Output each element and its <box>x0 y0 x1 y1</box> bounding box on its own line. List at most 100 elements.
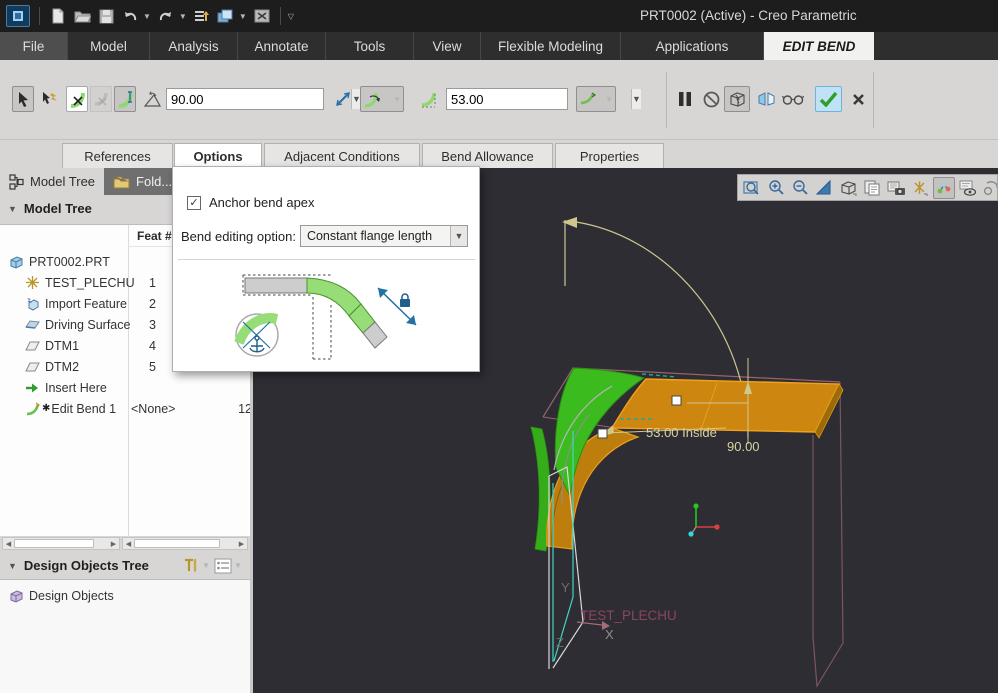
tree-row-edit-bend[interactable]: ✱ Edit Bend 1 <None> 12 <box>0 398 250 419</box>
annotation-display-icon[interactable] <box>957 177 979 199</box>
design-tools-icon[interactable] <box>182 557 200 574</box>
tab-annotate[interactable]: Annotate <box>238 32 326 60</box>
named-views-icon[interactable] <box>837 177 859 199</box>
no-preview-button[interactable] <box>700 86 722 112</box>
bend-angle-combobox[interactable]: ▼ <box>166 88 324 110</box>
tab-analysis[interactable]: Analysis <box>150 32 238 60</box>
redo-caret[interactable]: ▼ <box>179 12 187 21</box>
tab-flexible-modeling[interactable]: Flexible Modeling <box>481 32 621 60</box>
new-file-icon[interactable] <box>49 7 67 25</box>
scroll-left-icon[interactable]: ◀ <box>123 538 134 549</box>
sheet-fixed-segment <box>245 278 307 293</box>
tree-hscrollbar[interactable]: ◀ ▶ <box>2 537 120 550</box>
bend-type-caret[interactable]: ▼ <box>605 95 613 104</box>
bend-angle-icon <box>142 86 162 112</box>
flip-direction-icon <box>334 90 352 108</box>
bend-side-splitbutton[interactable]: ▼ <box>360 86 404 112</box>
tab-edit-bend[interactable]: EDIT BEND <box>764 32 874 60</box>
bend-side-icon <box>363 90 383 108</box>
accept-button[interactable] <box>815 86 842 112</box>
split-preview-icon <box>757 91 776 108</box>
tab-options[interactable]: Options <box>174 143 262 168</box>
collapse-triangle-icon[interactable]: ▼ <box>8 204 17 214</box>
quick-access-toolbar: ▼ ▼ ▼ ▽ <box>0 0 294 32</box>
scroll-left-icon[interactable]: ◀ <box>3 538 14 549</box>
remove-bend-button[interactable] <box>66 86 88 112</box>
pointer-lightning-icon <box>41 91 58 108</box>
drag-handle-2[interactable] <box>598 429 607 438</box>
angle-dim-label[interactable]: 90.00 <box>727 439 760 454</box>
selection-display-icon[interactable] <box>933 177 955 199</box>
tab-view[interactable]: View <box>414 32 481 60</box>
close-window-icon[interactable] <box>253 7 271 25</box>
bend-editing-option-select[interactable]: Constant flange length ▼ <box>300 225 468 247</box>
scroll-thumb[interactable] <box>14 539 94 548</box>
redo-icon[interactable] <box>157 7 175 25</box>
bend-editing-option-caret[interactable]: ▼ <box>450 226 467 246</box>
regenerate-icon[interactable] <box>193 7 211 25</box>
model-tree-tab[interactable]: Model Tree <box>0 168 104 195</box>
glasses-preview-button[interactable] <box>781 86 805 112</box>
tab-references[interactable]: References <box>62 143 173 168</box>
capture-icon[interactable] <box>885 177 907 199</box>
open-file-icon[interactable] <box>73 7 91 25</box>
design-tools-caret[interactable]: ▼ <box>202 561 210 570</box>
tree-row-design-objects[interactable]: Design Objects <box>0 585 250 606</box>
smart-pointer-button[interactable] <box>38 86 60 112</box>
design-objects-header: ▼ Design Objects Tree ▼ ▼ <box>0 552 250 579</box>
tab-properties[interactable]: Properties <box>555 143 664 168</box>
scroll-right-icon[interactable]: ▶ <box>236 538 247 549</box>
scroll-thumb[interactable] <box>134 539 220 548</box>
pause-icon <box>678 91 692 107</box>
tab-model[interactable]: Model <box>68 32 150 60</box>
preview-geometry-button[interactable] <box>724 86 750 112</box>
select-pointer-button[interactable] <box>12 86 34 112</box>
bend-angle-input[interactable] <box>167 89 351 109</box>
tab-bend-allowance[interactable]: Bend Allowance <box>422 143 553 168</box>
x-icon <box>852 93 865 106</box>
pointer-icon <box>16 91 30 108</box>
bend-dimension-button[interactable] <box>114 86 136 112</box>
no-preview-icon <box>703 91 720 108</box>
datum-display-icon[interactable] <box>909 177 931 199</box>
flip-direction-button[interactable] <box>333 86 353 112</box>
zoom-out-icon[interactable] <box>789 177 811 199</box>
bend-side-caret[interactable]: ▼ <box>393 95 401 104</box>
undo-icon[interactable] <box>121 7 139 25</box>
undo-caret[interactable]: ▼ <box>143 12 151 21</box>
split-preview-button[interactable] <box>754 86 778 112</box>
drag-handle-1[interactable] <box>672 396 681 405</box>
repaint-icon[interactable] <box>813 177 835 199</box>
flange-length-dropdown[interactable]: ▼ <box>631 89 641 109</box>
tree-row-insert-here[interactable]: Insert Here <box>0 377 250 398</box>
graphics-toolbar <box>737 174 998 201</box>
window-switch-caret[interactable]: ▼ <box>239 12 247 21</box>
window-switch-icon[interactable] <box>217 7 235 25</box>
pause-button[interactable] <box>674 86 696 112</box>
flange-dim-label[interactable]: 53.00 Inside <box>646 425 717 440</box>
save-icon[interactable] <box>97 7 115 25</box>
style-display-icon[interactable] <box>981 177 998 199</box>
view-manager-icon[interactable] <box>861 177 883 199</box>
customize-caret[interactable]: ▽ <box>288 12 294 21</box>
tab-applications[interactable]: Applications <box>621 32 764 60</box>
tab-file[interactable]: File <box>0 32 68 60</box>
folder-browser-tab[interactable]: Fold... <box>104 168 181 195</box>
zoom-region-icon[interactable] <box>741 177 763 199</box>
remove-bend-disabled-icon <box>92 90 110 108</box>
collapse-triangle-icon[interactable]: ▼ <box>8 561 17 571</box>
columns-hscrollbar[interactable]: ◀ ▶ <box>122 537 248 550</box>
cancel-button[interactable] <box>848 86 868 112</box>
zoom-in-icon[interactable] <box>765 177 787 199</box>
anchor-bend-apex-row[interactable]: ✓ Anchor bend apex <box>187 195 315 210</box>
flange-length-combobox[interactable]: ▼ <box>446 88 568 110</box>
anchor-bend-apex-checkbox[interactable]: ✓ <box>187 196 201 210</box>
app-logo-icon[interactable] <box>6 5 30 27</box>
list-settings-caret[interactable]: ▼ <box>234 561 242 570</box>
tab-adjacent-conditions[interactable]: Adjacent Conditions <box>264 143 420 168</box>
tab-tools[interactable]: Tools <box>326 32 414 60</box>
scroll-right-icon[interactable]: ▶ <box>108 538 119 549</box>
bend-type-splitbutton[interactable]: ▼ <box>576 86 616 112</box>
list-settings-icon[interactable] <box>214 558 232 574</box>
model-tree-tab-label: Model Tree <box>30 174 95 189</box>
